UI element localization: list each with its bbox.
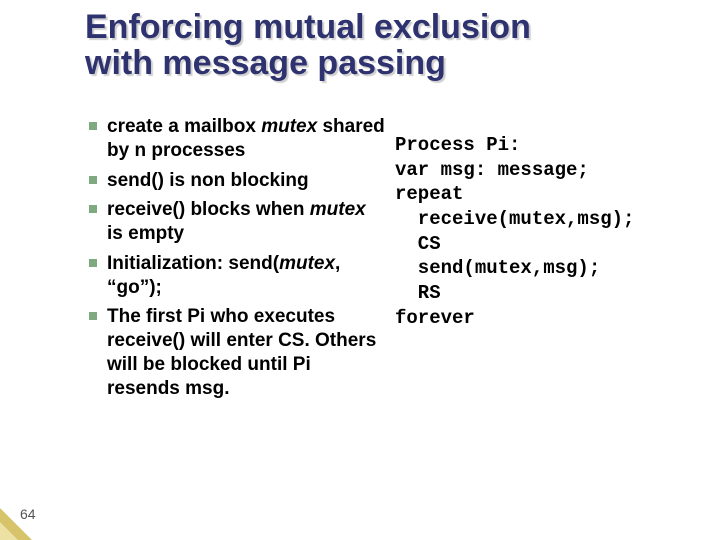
bullet-icon	[89, 122, 97, 130]
list-item: The first Pi who executes receive() will…	[85, 305, 385, 400]
list-item: send() is non blocking	[85, 169, 385, 193]
left-column: create a mailbox mutex shared by n proce…	[85, 115, 385, 406]
bullet-em: mutex	[310, 199, 366, 220]
bullet-text: receive() blocks when	[107, 199, 310, 220]
corner-decoration-inner	[0, 522, 18, 540]
list-item: Initialization: send(mutex, “go”);	[85, 252, 385, 300]
bullet-text: The first Pi who executes receive() will…	[107, 306, 376, 398]
list-item: receive() blocks when mutex is empty	[85, 198, 385, 246]
right-column: Process Pi: var msg: message; repeat rec…	[385, 115, 665, 406]
list-item: create a mailbox mutex shared by n proce…	[85, 115, 385, 163]
slide-body: create a mailbox mutex shared by n proce…	[85, 115, 665, 406]
title-line-1: Enforcing mutual exclusion	[85, 8, 531, 46]
bullet-icon	[89, 259, 97, 267]
slide-title: Enforcing mutual exclusion with message …	[85, 10, 665, 81]
code-block: Process Pi: var msg: message; repeat rec…	[395, 133, 665, 331]
bullet-text: create a mailbox	[107, 116, 261, 137]
bullet-icon	[89, 176, 97, 184]
bullet-em: mutex	[279, 253, 335, 274]
bullet-icon	[89, 312, 97, 320]
bullet-list: create a mailbox mutex shared by n proce…	[85, 115, 385, 400]
bullet-text: Initialization: send(	[107, 253, 279, 274]
slide: Enforcing mutual exclusion with message …	[0, 0, 720, 540]
bullet-text: is empty	[107, 223, 184, 244]
bullet-text: send() is non blocking	[107, 170, 309, 191]
title-line-2: with message passing	[85, 44, 446, 82]
bullet-em: mutex	[261, 116, 317, 137]
bullet-icon	[89, 205, 97, 213]
